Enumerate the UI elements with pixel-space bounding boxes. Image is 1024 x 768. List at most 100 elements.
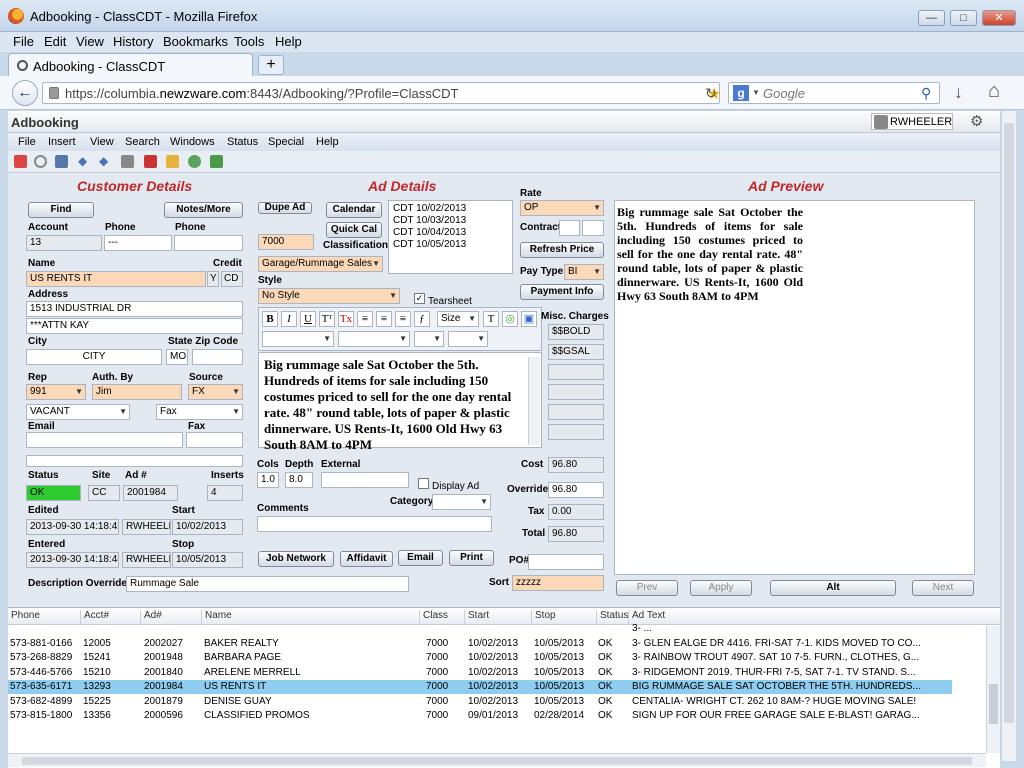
align-center-button[interactable]: ≡	[376, 311, 392, 327]
grid-vertical-scrollbar[interactable]	[986, 626, 1000, 753]
phone-field[interactable]: ---	[104, 235, 172, 251]
misc-charge-3[interactable]	[548, 364, 604, 380]
menu-edit[interactable]: Edit	[44, 34, 66, 49]
rate-select[interactable]: OP	[520, 200, 604, 216]
refresh-price-button[interactable]: Refresh Price	[520, 242, 604, 258]
magnifier-icon[interactable]: ⚲	[921, 85, 931, 102]
comments-field[interactable]	[257, 516, 492, 532]
calendar-icon[interactable]	[144, 155, 157, 168]
misc-charge-4[interactable]	[548, 384, 604, 400]
print-button[interactable]: Print	[449, 550, 494, 566]
po-field[interactable]	[528, 554, 604, 570]
spellcheck-button[interactable]: ◎	[502, 311, 518, 327]
align-left-button[interactable]: ≡	[357, 311, 373, 327]
auth-by-field[interactable]: Jim	[92, 384, 182, 400]
category-select[interactable]	[432, 494, 491, 510]
affidavit-button[interactable]: Affidavit	[340, 551, 393, 567]
tearsheet-checkbox[interactable]: ✓	[414, 293, 425, 304]
font-button[interactable]: ƒ	[414, 311, 430, 327]
misc-charge-1[interactable]: $$BOLD	[548, 324, 604, 340]
style-select[interactable]: No Style	[258, 288, 400, 304]
run-dates-list[interactable]: CDT 10/02/2013 CDT 10/03/2013 CDT 10/04/…	[388, 200, 513, 274]
font-size-button[interactable]: Tᵀ	[319, 311, 335, 327]
add-icon[interactable]	[188, 155, 201, 168]
close-window-button[interactable]: ✕	[982, 10, 1016, 26]
state-field[interactable]: MO	[166, 349, 188, 365]
print-icon[interactable]	[121, 155, 134, 168]
menu-view[interactable]: View	[76, 34, 104, 49]
gear-icon[interactable]: ⚙	[970, 112, 983, 130]
user-box[interactable]: RWHEELER	[871, 113, 953, 130]
font-family-select[interactable]	[262, 331, 334, 347]
app-menu-file[interactable]: File	[18, 136, 36, 148]
ad-text-content[interactable]: Big rummage sale Sat October the 5th. Hu…	[264, 357, 522, 453]
reload-icon[interactable]: ↻	[705, 85, 717, 102]
search-bar[interactable]: g ▼ Google ⚲	[728, 82, 940, 104]
table-row[interactable]: 3- ...	[8, 622, 952, 636]
grid-horizontal-scrollbar[interactable]	[8, 753, 986, 767]
app-menu-special[interactable]: Special	[268, 136, 304, 148]
alt-button[interactable]: Alt	[770, 580, 896, 596]
sort-field[interactable]: zzzzz	[512, 575, 604, 591]
city-field[interactable]: CITY	[26, 349, 162, 365]
depth-field[interactable]: 8.0	[285, 472, 313, 488]
address1-field[interactable]: 1513 INDUSTRIAL DR	[26, 301, 243, 317]
menu-file[interactable]: File	[13, 34, 34, 49]
format-select[interactable]	[338, 331, 410, 347]
misc-charge-2[interactable]: $$GSAL	[548, 344, 604, 360]
classification-select[interactable]: Garage/Rummage Sales	[258, 256, 383, 272]
find-button[interactable]: Find	[28, 202, 94, 218]
chevron-down-icon[interactable]: ▼	[752, 88, 760, 97]
rep-select[interactable]: 991	[26, 384, 86, 400]
dupe-ad-button[interactable]: Dupe Ad	[258, 202, 312, 214]
add-user-icon[interactable]	[166, 155, 179, 168]
search-icon[interactable]	[34, 155, 47, 168]
account-field[interactable]: 13	[26, 235, 102, 251]
run-date-item[interactable]: CDT 10/02/2013	[393, 203, 508, 215]
text-color-button[interactable]: T	[483, 311, 499, 327]
payment-info-button[interactable]: Payment Info	[520, 284, 604, 300]
back-button[interactable]: ←	[12, 80, 38, 106]
table-row[interactable]: 573-682-4899 15225 2001879 DENISE GUAY 7000 1…	[8, 695, 952, 709]
minimize-button[interactable]: —	[918, 10, 945, 26]
menu-bookmarks[interactable]: Bookmarks	[163, 34, 228, 49]
scroll-thumb[interactable]	[989, 684, 998, 724]
credit-field[interactable]: CD	[221, 271, 243, 287]
underline-button[interactable]: U	[300, 311, 316, 327]
job-network-button[interactable]: Job Network	[258, 551, 334, 567]
download-icon[interactable]: ↓	[954, 82, 963, 103]
description-override-field[interactable]: Rummage Sale	[126, 576, 409, 592]
class-number-field[interactable]: 7000	[258, 234, 314, 250]
misc-charge-6[interactable]	[548, 424, 604, 440]
phone2-field[interactable]	[174, 235, 243, 251]
align-right-button[interactable]: ≡	[395, 311, 411, 327]
scroll-thumb[interactable]	[1004, 123, 1014, 723]
table-row[interactable]: 573-815-1800 13356 2000596 CLASSIFIED PROMO…	[8, 709, 952, 723]
name-field[interactable]: US RENTS IT	[26, 271, 206, 287]
override-field[interactable]: 96.80	[548, 482, 604, 498]
bold-button[interactable]: B	[262, 311, 278, 327]
menu-tools[interactable]: Tools	[234, 34, 264, 49]
home-icon[interactable]: ⌂	[988, 80, 1000, 103]
app-menu-help[interactable]: Help	[316, 136, 339, 148]
address2-field[interactable]: ***ATTN KAY	[26, 318, 243, 334]
menu-help[interactable]: Help	[275, 34, 302, 49]
notes-more-button[interactable]: Notes/More	[164, 202, 243, 218]
page-vertical-scrollbar[interactable]	[1001, 111, 1016, 761]
quick-cal-button[interactable]: Quick Cal	[326, 222, 382, 238]
extra-field[interactable]	[26, 455, 243, 467]
save-icon[interactable]	[55, 155, 68, 168]
style-select-small[interactable]	[414, 331, 444, 347]
cols-field[interactable]: 1.0	[257, 472, 279, 488]
fax-type-select[interactable]: Fax	[156, 404, 243, 420]
app-menu-status[interactable]: Status	[227, 136, 258, 148]
zip-field[interactable]	[192, 349, 243, 365]
apply-button[interactable]: Apply	[690, 580, 752, 596]
arrow-left-icon[interactable]: ◆	[78, 154, 91, 168]
app-menu-windows[interactable]: Windows	[170, 136, 215, 148]
scroll-thumb[interactable]	[22, 757, 972, 765]
refresh-icon[interactable]	[210, 155, 223, 168]
eraser-icon[interactable]	[14, 155, 27, 168]
pay-type-select[interactable]: BI	[564, 264, 604, 280]
prev-button[interactable]: Prev	[616, 580, 678, 596]
